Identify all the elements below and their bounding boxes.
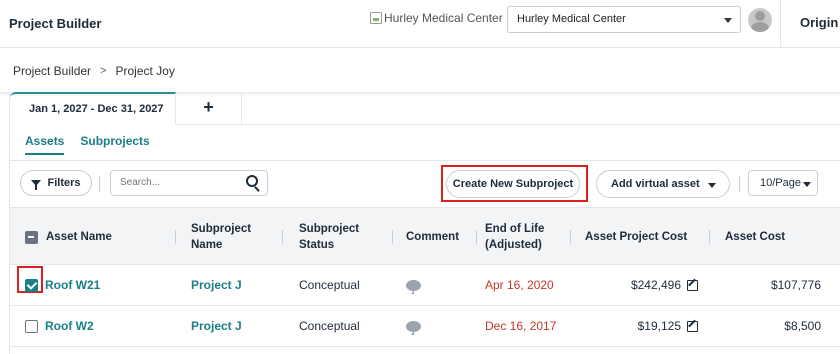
org-logo-alt-text: Hurley Medical Center bbox=[384, 11, 503, 25]
asset-cost-value: $107,776 bbox=[770, 278, 821, 292]
tab-subprojects[interactable]: Subprojects bbox=[80, 134, 149, 155]
table-row: Roof W2 Project J Conceptual Dec 16, 201… bbox=[10, 306, 840, 347]
breadcrumb-bar: Project Builder > Project Joy bbox=[0, 48, 840, 92]
chevron-down-icon bbox=[708, 183, 716, 188]
toolbar-separator bbox=[739, 176, 740, 192]
asset-cost-value: $8,500 bbox=[784, 319, 821, 333]
table-header: Asset Name Subproject Name Subproject St… bbox=[10, 207, 840, 265]
row-checkbox[interactable] bbox=[25, 319, 38, 333]
tab-divider bbox=[176, 124, 840, 125]
edit-icon[interactable] bbox=[687, 320, 698, 332]
filter-icon bbox=[31, 180, 42, 190]
header-asset-name-label: Asset Name bbox=[46, 231, 112, 243]
column-separator bbox=[392, 230, 393, 244]
toolbar-separator bbox=[99, 176, 100, 192]
search-icon[interactable] bbox=[246, 175, 258, 187]
filters-button-label: Filters bbox=[47, 177, 81, 189]
org-logo: Hurley Medical Center bbox=[370, 11, 503, 25]
asset-name-cell: Roof W2 bbox=[25, 306, 175, 346]
breadcrumb: Project Builder > Project Joy bbox=[13, 64, 175, 78]
asset-project-cost-cell: $19,125 bbox=[585, 306, 698, 346]
add-virtual-asset-button[interactable]: Add virtual asset bbox=[596, 170, 730, 198]
search-field[interactable] bbox=[110, 170, 268, 196]
comment-icon[interactable] bbox=[406, 320, 421, 335]
organization-select-value: Hurley Medical Center bbox=[517, 13, 626, 25]
page-size-value: 10/Page bbox=[760, 177, 801, 189]
comment-cell bbox=[406, 306, 421, 346]
end-of-life-date: Apr 16, 2020 bbox=[485, 278, 554, 292]
column-separator bbox=[709, 230, 710, 244]
header-comment: Comment bbox=[406, 231, 460, 243]
date-range-tabs: Jan 1, 2027 - Dec 31, 2027 + bbox=[10, 92, 242, 125]
select-all-checkbox[interactable] bbox=[25, 230, 38, 244]
header-subproject-name[interactable]: Subproject Name bbox=[191, 208, 275, 266]
header-divider bbox=[780, 0, 781, 47]
end-of-life-date: Dec 16, 2017 bbox=[485, 319, 557, 333]
sub-tabs: Assets Subprojects bbox=[25, 134, 150, 155]
origin-link[interactable]: Origin bbox=[800, 15, 838, 30]
header-asset-name[interactable]: Asset Name bbox=[25, 208, 175, 266]
header-subproject-status[interactable]: Subproject Status bbox=[299, 208, 379, 266]
filters-button[interactable]: Filters bbox=[20, 170, 92, 196]
column-separator bbox=[175, 230, 176, 244]
column-separator bbox=[570, 230, 571, 244]
tab-assets[interactable]: Assets bbox=[25, 134, 65, 155]
subproject-name-link[interactable]: Project J bbox=[191, 306, 242, 346]
asset-project-cost-value: $242,496 bbox=[630, 278, 681, 292]
asset-name-cell: Roof W21 bbox=[25, 265, 175, 305]
table-toolbar: Filters Create New Subproject Add virtua… bbox=[10, 161, 840, 207]
search-input[interactable] bbox=[120, 177, 240, 188]
add-tab-button[interactable]: + bbox=[176, 92, 242, 125]
asset-project-cost-cell: $242,496 bbox=[585, 265, 698, 305]
column-separator bbox=[476, 230, 477, 244]
chevron-down-icon bbox=[803, 182, 811, 187]
comment-cell bbox=[406, 265, 421, 305]
row-checkbox[interactable] bbox=[25, 278, 38, 292]
subproject-status: Conceptual bbox=[299, 319, 360, 333]
assets-table: Asset Name Subproject Name Subproject St… bbox=[10, 207, 840, 347]
comment-icon[interactable] bbox=[406, 279, 421, 294]
header-end-of-life[interactable]: End of Life (Adjusted) bbox=[485, 208, 555, 266]
asset-project-cost-value: $19,125 bbox=[637, 319, 681, 333]
subproject-name-link[interactable]: Project J bbox=[191, 265, 242, 305]
subproject-status: Conceptual bbox=[299, 278, 360, 292]
chevron-down-icon bbox=[724, 18, 732, 23]
header-asset-project-cost[interactable]: Asset Project Cost bbox=[585, 208, 705, 266]
column-separator bbox=[282, 230, 283, 244]
asset-name-link[interactable]: Roof W21 bbox=[45, 278, 100, 292]
breadcrumb-item-current: Project Joy bbox=[115, 64, 175, 78]
user-avatar[interactable] bbox=[748, 8, 772, 32]
broken-image-icon bbox=[370, 12, 382, 24]
top-bar: Project Builder Hurley Medical Center Hu… bbox=[0, 0, 840, 48]
chevron-right-icon: > bbox=[100, 65, 107, 77]
annotation-highlight-create-button bbox=[441, 165, 588, 202]
tab-date-range[interactable]: Jan 1, 2027 - Dec 31, 2027 bbox=[10, 92, 176, 125]
asset-name-link[interactable]: Roof W2 bbox=[45, 319, 94, 333]
add-virtual-asset-label: Add virtual asset bbox=[611, 178, 700, 190]
app-title: Project Builder bbox=[9, 16, 102, 31]
header-asset-cost[interactable]: Asset Cost bbox=[725, 208, 835, 266]
breadcrumb-item-project-builder[interactable]: Project Builder bbox=[13, 64, 91, 78]
main-content: Jan 1, 2027 - Dec 31, 2027 + Assets Subp… bbox=[9, 92, 840, 354]
edit-icon[interactable] bbox=[687, 279, 698, 291]
table-row: Roof W21 Project J Conceptual Apr 16, 20… bbox=[10, 265, 840, 306]
page-size-select[interactable]: 10/Page bbox=[748, 170, 818, 196]
organization-select[interactable]: Hurley Medical Center bbox=[507, 6, 741, 33]
